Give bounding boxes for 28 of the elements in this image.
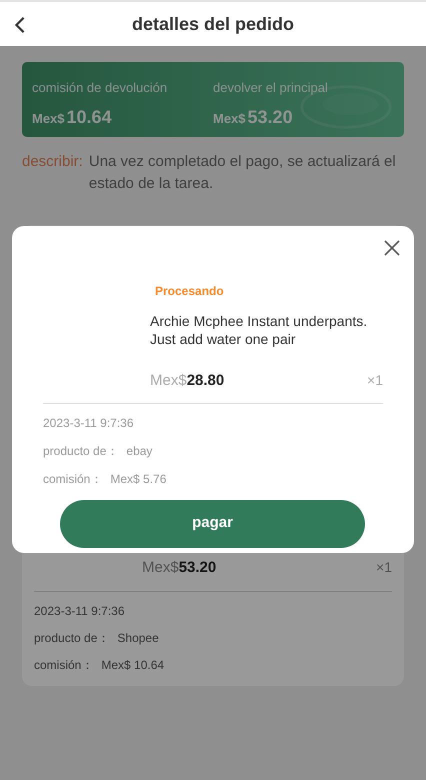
price-text: Mex$53.20 — [142, 558, 216, 578]
summary-label: devolver el principal — [213, 79, 329, 97]
field-value: Shopee — [117, 630, 159, 647]
description-text: Una vez completado el pago, se actualizará el estado de la tarea. — [88, 152, 397, 194]
order-date: 2023-3-11 9:7:36 — [34, 603, 126, 620]
field-label: comisión： — [34, 657, 94, 674]
order-date: 2023-3-11 9:7:36 — [43, 414, 135, 432]
field-label: comisión： — [43, 470, 102, 488]
description-label: describir: — [22, 152, 83, 172]
currency-label: Mex$ — [32, 110, 65, 128]
status-label: Procesando — [155, 283, 225, 300]
summary-amount: 10.64 — [66, 106, 112, 128]
product-title: Archie Mcphee Instant underpants. Just add water one pair — [150, 312, 368, 348]
field-value: Mex$ 10.64 — [101, 657, 164, 674]
field-value: ebay — [126, 442, 152, 460]
price-text: Mex$28.80 — [150, 371, 224, 391]
field-value: Mex$ 5.76 — [110, 470, 166, 488]
quantity-text: ×1 — [376, 558, 392, 577]
field-label: producto de： — [34, 630, 110, 647]
summary-amount: 53.20 — [248, 106, 293, 128]
close-icon[interactable] — [384, 240, 400, 256]
back-icon[interactable] — [14, 16, 26, 34]
field-label: producto de： — [43, 442, 118, 460]
page-title: detalles del pedido — [132, 12, 294, 36]
summary-label: comisión de devolución — [32, 79, 168, 97]
pay-button[interactable]: pagar — [60, 500, 365, 548]
currency-label: Mex$ — [213, 110, 246, 128]
quantity-text: ×1 — [367, 371, 383, 390]
